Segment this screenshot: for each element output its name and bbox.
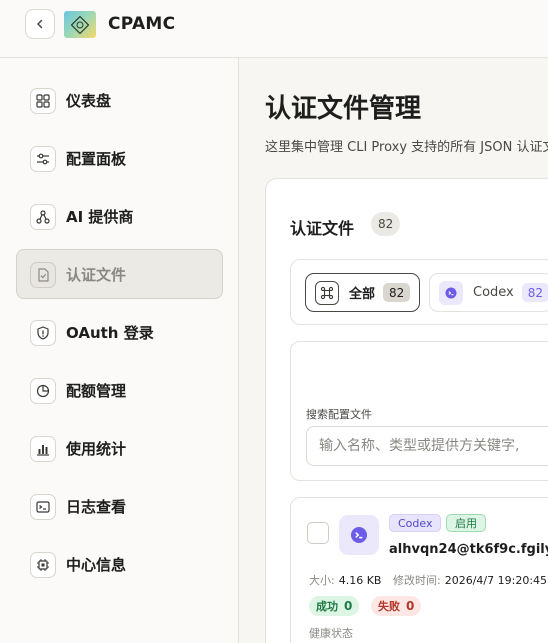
search-panel: 搜索配置文件 bbox=[290, 341, 548, 481]
sidebar-item-label: 配额管理 bbox=[66, 382, 127, 400]
filter-chip-count: 82 bbox=[383, 283, 411, 302]
sidebar: 仪表盘 配置面板 AI 提供商 认证文件 OAuth 登录 配额管理 使用统计 … bbox=[0, 58, 239, 643]
sidebar-item-quota[interactable]: 配额管理 bbox=[16, 365, 223, 415]
back-button[interactable] bbox=[25, 9, 55, 39]
page-description: 这里集中管理 CLI Proxy 支持的所有 JSON 认证文 bbox=[265, 140, 548, 155]
main-content: 认证文件管理 这里集中管理 CLI Proxy 支持的所有 JSON 认证文 认… bbox=[240, 58, 548, 643]
chevron-left-icon bbox=[37, 19, 43, 29]
sidebar-item-auth-files[interactable]: 认证文件 bbox=[16, 249, 223, 299]
sidebar-item-label: 认证文件 bbox=[66, 266, 127, 284]
sidebar-item-logs[interactable]: 日志查看 bbox=[16, 481, 223, 531]
terminal-icon bbox=[30, 494, 56, 520]
sidebar-item-config-panel[interactable]: 配置面板 bbox=[16, 133, 223, 183]
codex-icon bbox=[339, 515, 379, 555]
filter-bar: 全部 82 Codex 82 bbox=[290, 259, 548, 325]
search-input[interactable] bbox=[306, 426, 548, 466]
sidebar-item-usage-stats[interactable]: 使用统计 bbox=[16, 423, 223, 473]
sidebar-item-center-info[interactable]: 中心信息 bbox=[16, 539, 223, 589]
select-checkbox[interactable] bbox=[307, 522, 329, 544]
file-size: 大小: 4.16 KB bbox=[309, 574, 382, 587]
fail-count-badge: 失败 0 bbox=[371, 596, 422, 616]
file-modified: 修改时间: 2026/4/7 19:20:45 bbox=[393, 574, 548, 587]
bar-chart-icon bbox=[30, 436, 56, 462]
sidebar-item-oauth-login[interactable]: OAuth 登录 bbox=[16, 307, 223, 357]
sidebar-item-label: 使用统计 bbox=[66, 440, 127, 458]
dashboard-icon bbox=[30, 88, 56, 114]
page-title: 认证文件管理 bbox=[265, 94, 422, 124]
filter-chip-label: Codex bbox=[473, 285, 514, 300]
sidebar-item-label: 仪表盘 bbox=[66, 92, 112, 110]
filter-chip-count: 82 bbox=[521, 283, 548, 302]
file-name: alhvqn24@tk6f9c.fgily.c bbox=[389, 542, 548, 557]
status-badge: 启用 bbox=[446, 514, 486, 532]
auth-files-card: 认证文件 82 全部 82 Codex 82 搜索配置文件 输入名称、类型或提供… bbox=[265, 178, 548, 643]
chip-icon bbox=[30, 552, 56, 578]
network-icon bbox=[30, 204, 56, 230]
top-header: CPAMC bbox=[0, 0, 548, 58]
sidebar-item-label: 中心信息 bbox=[66, 556, 127, 574]
auth-file-item[interactable]: Codex 启用 alhvqn24@tk6f9c.fgily.c 大小: 4.16… bbox=[290, 497, 548, 643]
sidebar-item-label: OAuth 登录 bbox=[66, 324, 154, 342]
filter-chip-all[interactable]: 全部 82 bbox=[305, 273, 420, 312]
file-count-badge: 82 bbox=[371, 212, 401, 236]
command-icon bbox=[315, 280, 339, 305]
sidebar-item-label: 日志查看 bbox=[66, 498, 127, 516]
shield-icon bbox=[30, 320, 56, 346]
sidebar-item-dashboard[interactable]: 仪表盘 bbox=[16, 75, 223, 125]
pie-icon bbox=[30, 378, 56, 404]
sidebar-item-ai-providers[interactable]: AI 提供商 bbox=[16, 191, 223, 241]
codex-icon bbox=[439, 280, 463, 305]
file-check-icon bbox=[30, 262, 56, 288]
sliders-icon bbox=[30, 146, 56, 172]
sidebar-item-label: 配置面板 bbox=[66, 150, 127, 168]
app-title: CPAMC bbox=[108, 14, 176, 34]
filter-chip-codex[interactable]: Codex 82 bbox=[429, 273, 548, 312]
sidebar-item-label: AI 提供商 bbox=[66, 208, 134, 226]
health-status-label: 健康状态 bbox=[309, 627, 353, 640]
success-count-badge: 成功 0 bbox=[309, 596, 360, 616]
type-tag: Codex bbox=[389, 514, 442, 532]
search-label: 搜索配置文件 bbox=[306, 408, 372, 421]
filter-chip-label: 全部 bbox=[349, 287, 376, 302]
app-logo bbox=[64, 11, 96, 38]
card-title: 认证文件 bbox=[290, 219, 355, 238]
